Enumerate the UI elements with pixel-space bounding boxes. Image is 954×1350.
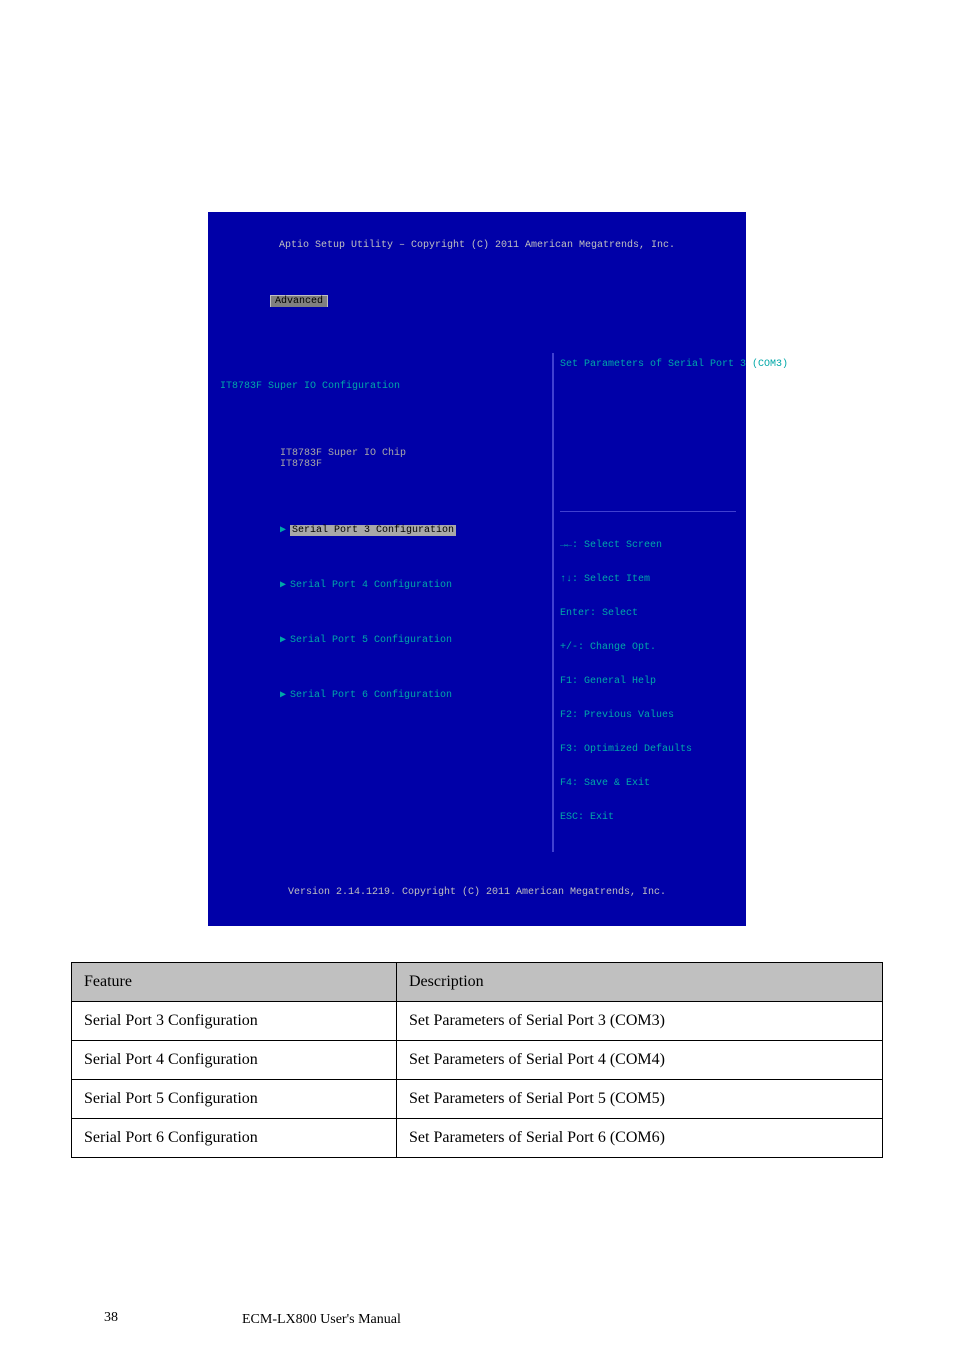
bios-menu-serial-port-4[interactable]: ▶ Serial Port 4 Configuration (220, 569, 544, 602)
table-header-description: Description (397, 963, 883, 1002)
bios-context-help: Set Parameters of Serial Port 3 (COM3) (560, 359, 736, 509)
table-row: Serial Port 4 Configuration Set Paramete… (72, 1041, 883, 1080)
page-footer-text: ECM-LX800 User's Manual (242, 1312, 401, 1328)
bios-menu-serial-port-6[interactable]: ▶ Serial Port 6 Configuration (220, 679, 544, 712)
chip-value: IT8783F (280, 459, 322, 470)
triangle-icon: ▶ (280, 690, 286, 701)
table-cell-desc: Set Parameters of Serial Port 6 (COM6) (397, 1119, 883, 1158)
table-row: Serial Port 5 Configuration Set Paramete… (72, 1080, 883, 1119)
table-cell-feature: Serial Port 3 Configuration (72, 1002, 397, 1041)
bios-tab-bar: Advanced (212, 284, 742, 318)
bios-footer: Version 2.14.1219. Copyright (C) 2011 Am… (212, 885, 742, 900)
table-cell-desc: Set Parameters of Serial Port 3 (COM3) (397, 1002, 883, 1041)
key-hint: F4: Save & Exit (560, 778, 736, 790)
table-row: Serial Port 3 Configuration Set Paramete… (72, 1002, 883, 1041)
table-cell-feature: Serial Port 5 Configuration (72, 1080, 397, 1119)
bios-menu-label: Serial Port 3 Configuration (290, 525, 456, 536)
bios-menu-label: Serial Port 4 Configuration (290, 580, 452, 591)
bios-key-help: →←: Select Screen ↑↓: Select Item Enter:… (560, 518, 736, 846)
key-hint: F1: General Help (560, 676, 736, 688)
bios-body: IT8783F Super IO Configuration IT8783F S… (212, 351, 742, 852)
table-header-feature: Feature (72, 963, 397, 1002)
feature-description-table: Feature Description Serial Port 3 Config… (71, 962, 883, 1158)
key-hint: →←: Select Screen (560, 540, 736, 552)
key-hint: Enter: Select (560, 608, 736, 620)
bios-title-bar: Aptio Setup Utility – Copyright (C) 2011… (212, 238, 742, 251)
bios-left-panel: IT8783F Super IO Configuration IT8783F S… (212, 353, 554, 852)
bios-tab-advanced[interactable]: Advanced (270, 295, 328, 307)
key-hint: ESC: Exit (560, 812, 736, 824)
table-cell-desc: Set Parameters of Serial Port 4 (COM4) (397, 1041, 883, 1080)
bios-menu-label: Serial Port 6 Configuration (290, 690, 452, 701)
chip-label: IT8783F Super IO Chip (280, 448, 460, 459)
key-hint: ↑↓: Select Item (560, 574, 736, 586)
triangle-icon: ▶ (280, 525, 286, 536)
key-hint: F3: Optimized Defaults (560, 744, 736, 756)
table-cell-desc: Set Parameters of Serial Port 5 (COM5) (397, 1080, 883, 1119)
table-cell-feature: Serial Port 4 Configuration (72, 1041, 397, 1080)
bios-menu-serial-port-5[interactable]: ▶ Serial Port 5 Configuration (220, 624, 544, 657)
bios-section-heading: IT8783F Super IO Configuration (220, 381, 544, 392)
bios-menu-serial-port-3[interactable]: ▶ Serial Port 3 Configuration (220, 514, 544, 547)
triangle-icon: ▶ (280, 635, 286, 646)
triangle-icon: ▶ (280, 580, 286, 591)
bios-info-row: IT8783F Super IO Chip IT8783F (220, 437, 544, 481)
key-hint: +/-: Change Opt. (560, 642, 736, 654)
bios-help-separator (560, 511, 736, 512)
bios-screenshot: Aptio Setup Utility – Copyright (C) 2011… (212, 216, 742, 922)
key-hint: F2: Previous Values (560, 710, 736, 722)
bios-right-panel: Set Parameters of Serial Port 3 (COM3) →… (554, 353, 742, 852)
table-row: Serial Port 6 Configuration Set Paramete… (72, 1119, 883, 1158)
bios-menu-label: Serial Port 5 Configuration (290, 635, 452, 646)
table-cell-feature: Serial Port 6 Configuration (72, 1119, 397, 1158)
page-number: 38 (104, 1310, 118, 1326)
